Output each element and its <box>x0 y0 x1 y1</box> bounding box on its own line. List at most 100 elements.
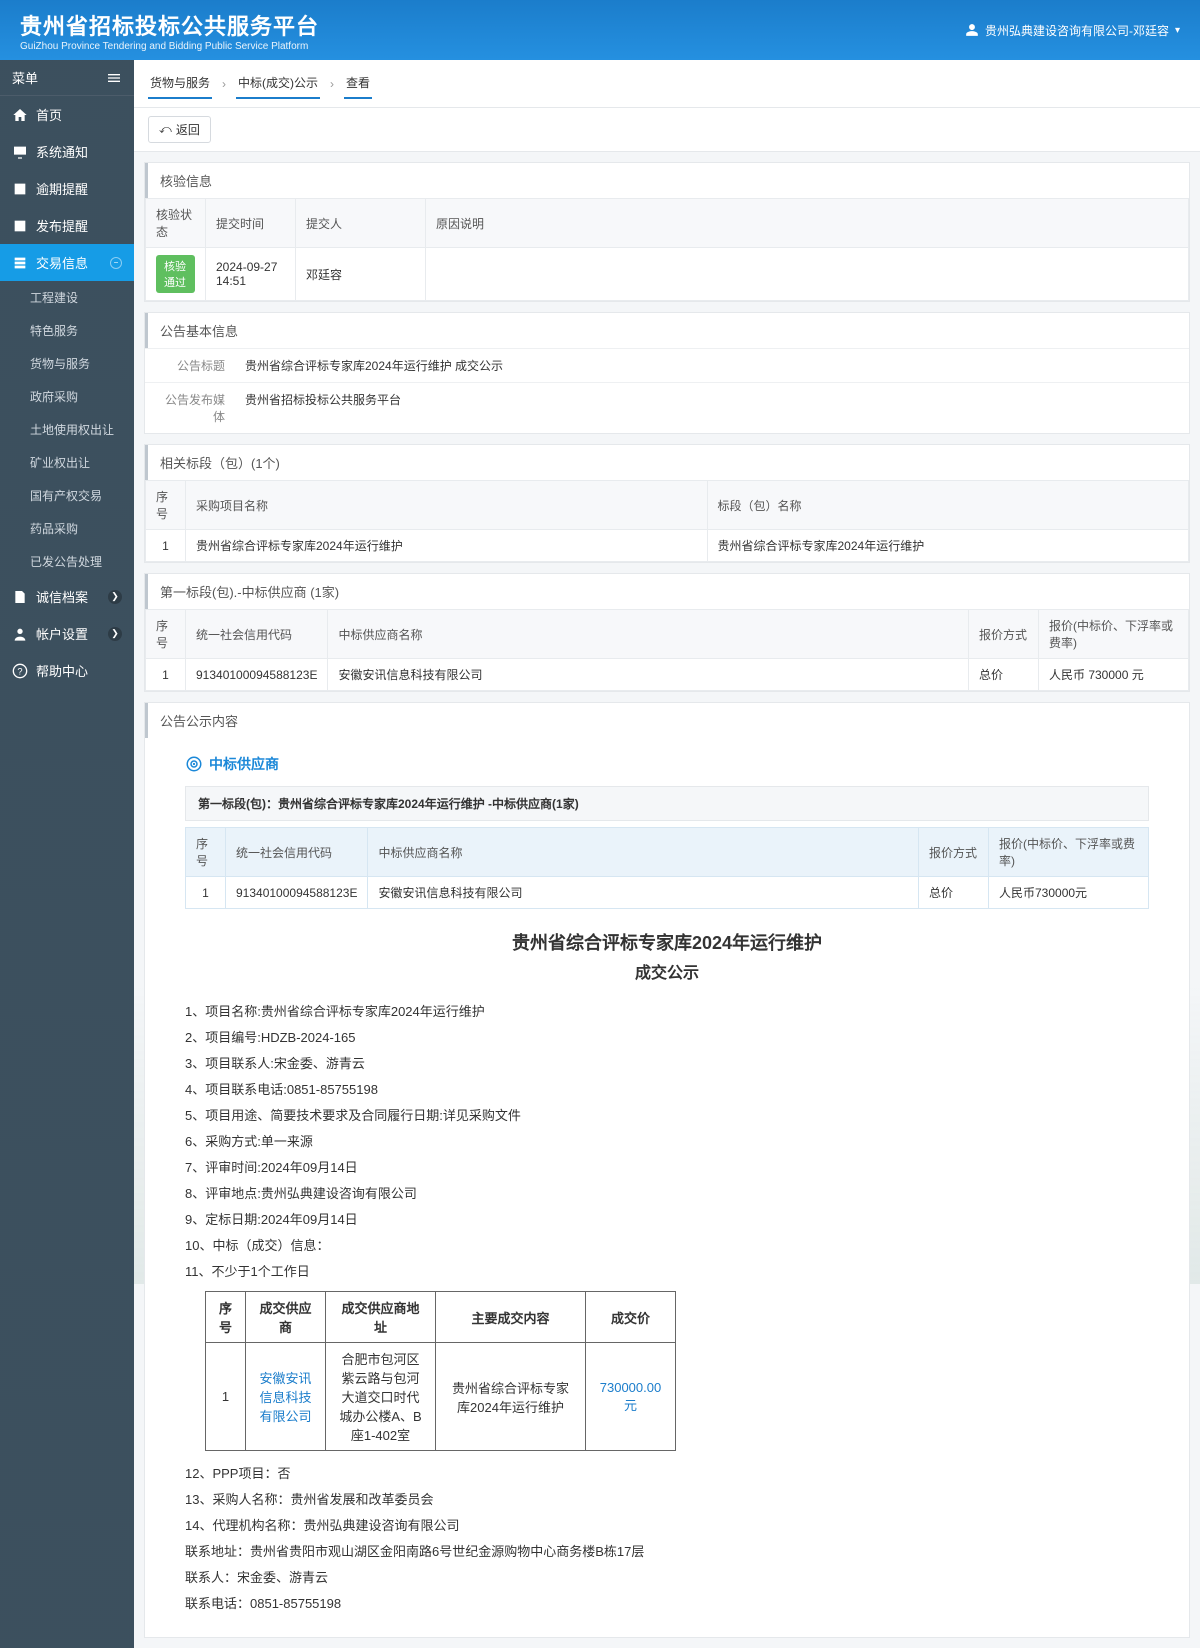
doc-subtitle: 成交公示 <box>185 959 1149 983</box>
td: 人民币 730000 元 <box>1039 659 1189 691</box>
sidebar-item-overdue[interactable]: 逾期提醒 <box>0 170 134 207</box>
basic-title: 公告基本信息 <box>145 313 1189 348</box>
doc-body: 贵州省综合评标专家库2024年运行维护 成交公示 1、项目名称:贵州省综合评标专… <box>145 929 1189 1617</box>
doc-line: 1、项目名称:贵州省综合评标专家库2024年运行维护 <box>185 999 1149 1025</box>
doc-line: 14、代理机构名称：贵州弘典建设咨询有限公司 <box>185 1513 1149 1539</box>
th: 提交人 <box>296 199 426 248</box>
back-label: 返回 <box>176 121 200 138</box>
th: 主要成交内容 <box>436 1292 586 1343</box>
breadcrumb-b[interactable]: 中标(成交)公示 <box>236 68 320 99</box>
user-name: 贵州弘典建设咨询有限公司-邓廷容 <box>985 22 1169 39</box>
basic-panel: 公告基本信息 公告标题 贵州省综合评标专家库2024年运行维护 成交公示 公告发… <box>144 312 1190 434</box>
th: 序号 <box>206 1292 246 1343</box>
back-icon: ⤺ <box>159 122 172 137</box>
td: 贵州省综合评标专家库2024年运行维护 <box>186 530 708 562</box>
sidebar-item-publish[interactable]: 发布提醒 <box>0 207 134 244</box>
sidebar-item-home[interactable]: 首页 <box>0 96 134 133</box>
sidebar-item-account[interactable]: 帐户设置 ❯ <box>0 615 134 652</box>
status-badge: 核验通过 <box>156 255 195 293</box>
home-icon <box>12 107 28 123</box>
th: 成交价 <box>586 1292 676 1343</box>
publish-icon <box>12 218 28 234</box>
sidebar-sub-6[interactable]: 国有产权交易 <box>0 479 134 512</box>
td: 总价 <box>919 877 989 909</box>
supplier-sub: 第一标段(包)：贵州省综合评标专家库2024年运行维护 -中标供应商(1家) <box>185 786 1149 821</box>
table-row: 1 91340100094588123E 安徽安讯信息科技有限公司 总价 人民币… <box>146 659 1189 691</box>
doc-line: 8、评审地点:贵州弘典建设咨询有限公司 <box>185 1181 1149 1207</box>
th: 统一社会信用代码 <box>186 610 328 659</box>
sidebar-item-trade[interactable]: 交易信息 − <box>0 244 134 281</box>
sidebar-item-notice[interactable]: 系统通知 <box>0 133 134 170</box>
sidebar-sub-0[interactable]: 工程建设 <box>0 281 134 314</box>
breadcrumb-a[interactable]: 货物与服务 <box>148 68 212 99</box>
th: 序号 <box>146 481 186 530</box>
th: 核验状态 <box>146 199 206 248</box>
th: 成交供应商 <box>246 1292 326 1343</box>
th: 序号 <box>186 828 226 877</box>
form-value: 贵州省综合评标专家库2024年运行维护 成交公示 <box>235 349 1189 382</box>
content-area: 货物与服务 › 中标(成交)公示 › 查看 ⤺ 返回 核验信息 核验状态 提交时… <box>134 60 1200 1648</box>
form-row: 公告标题 贵州省综合评标专家库2024年运行维护 成交公示 <box>145 348 1189 382</box>
sidebar-sub-4[interactable]: 土地使用权出让 <box>0 413 134 446</box>
user-icon <box>965 23 979 37</box>
breadcrumb: 货物与服务 › 中标(成交)公示 › 查看 <box>134 60 1200 108</box>
td: 1 <box>206 1343 246 1451</box>
th: 中标供应商名称 <box>328 610 969 659</box>
sidebar-item-help[interactable]: ? 帮助中心 <box>0 652 134 689</box>
trade-icon <box>12 255 28 271</box>
form-label: 公告发布媒体 <box>145 383 235 433</box>
sidebar-item-credit[interactable]: 诚信档案 ❯ <box>0 578 134 615</box>
menu-label: 菜单 <box>12 68 38 87</box>
th: 统一社会信用代码 <box>226 828 368 877</box>
table-row: 1 91340100094588123E 安徽安讯信息科技有限公司 总价 人民币… <box>186 877 1149 909</box>
first-pkg-panel: 第一标段(包).-中标供应商 (1家) 序号 统一社会信用代码 中标供应商名称 … <box>144 573 1190 692</box>
sidebar-sub-5[interactable]: 矿业权出让 <box>0 446 134 479</box>
doc-line: 2、项目编号:HDZB-2024-165 <box>185 1025 1149 1051</box>
sidebar-item-label: 交易信息 <box>36 253 88 272</box>
td: 安徽安讯信息科技有限公司 <box>368 877 919 909</box>
sections-title: 相关标段（包）(1个) <box>145 445 1189 480</box>
content-doc: 公告公示内容 中标供应商 第一标段(包)：贵州省综合评标专家库2024年运行维护… <box>144 702 1190 1638</box>
content-title: 公告公示内容 <box>145 703 1189 738</box>
breadcrumb-c[interactable]: 查看 <box>344 68 372 99</box>
app-title: 贵州省招标投标公共服务平台 <box>20 9 319 41</box>
form-value: 贵州省招标投标公共服务平台 <box>235 383 1189 433</box>
sidebar-sub-3[interactable]: 政府采购 <box>0 380 134 413</box>
table-row: 1 贵州省综合评标专家库2024年运行维护 贵州省综合评标专家库2024年运行维… <box>146 530 1189 562</box>
monitor-icon <box>12 144 28 160</box>
sidebar-item-label: 系统通知 <box>36 142 88 161</box>
verify-title: 核验信息 <box>145 163 1189 198</box>
caret-down-icon: ▾ <box>1175 25 1180 36</box>
th: 标段（包）名称 <box>707 481 1189 530</box>
td: 总价 <box>969 659 1039 691</box>
td-supplier[interactable]: 安徽安讯信息科技有限公司 <box>246 1343 326 1451</box>
sidebar-sub-1[interactable]: 特色服务 <box>0 314 134 347</box>
back-button[interactable]: ⤺ 返回 <box>148 116 211 143</box>
sidebar-item-label: 诚信档案 <box>36 587 88 606</box>
doc-line: 11、不少于1个工作日 <box>185 1259 1149 1285</box>
menu-toggle-icon[interactable] <box>106 70 122 86</box>
th: 报价方式 <box>919 828 989 877</box>
th: 提交时间 <box>206 199 296 248</box>
th: 序号 <box>146 610 186 659</box>
th: 报价方式 <box>969 610 1039 659</box>
back-bar: ⤺ 返回 <box>134 108 1200 152</box>
user-menu[interactable]: 贵州弘典建设咨询有限公司-邓廷容 ▾ <box>965 22 1180 39</box>
deal-table: 序号 成交供应商 成交供应商地址 主要成交内容 成交价 1 安徽安讯信息科技有限… <box>205 1291 676 1451</box>
chevron-right-icon: ❯ <box>108 590 122 604</box>
sidebar-sub-8[interactable]: 已发公告处理 <box>0 545 134 578</box>
doc-line: 4、项目联系电话:0851-85755198 <box>185 1077 1149 1103</box>
doc-line: 联系地址：贵州省贵阳市观山湖区金阳南路6号世纪金源购物中心商务楼B栋17层 <box>185 1539 1149 1565</box>
td: 邓廷容 <box>296 248 426 301</box>
th: 中标供应商名称 <box>368 828 919 877</box>
doc-line: 13、采购人名称：贵州省发展和改革委员会 <box>185 1487 1149 1513</box>
td: 2024-09-27 14:51 <box>206 248 296 301</box>
first-pkg-table: 序号 统一社会信用代码 中标供应商名称 报价方式 报价(中标价、下浮率或费率) … <box>145 609 1189 691</box>
verify-panel: 核验信息 核验状态 提交时间 提交人 原因说明 核验通过 2024-09-27 … <box>144 162 1190 302</box>
doc-line: 12、PPP项目：否 <box>185 1461 1149 1487</box>
sidebar-sub-7[interactable]: 药品采购 <box>0 512 134 545</box>
td: 贵州省综合评标专家库2024年运行维护 <box>436 1343 586 1451</box>
doc-line: 3、项目联系人:宋金委、游青云 <box>185 1051 1149 1077</box>
sidebar-sub-2[interactable]: 货物与服务 <box>0 347 134 380</box>
table-row: 1 安徽安讯信息科技有限公司 合肥市包河区紫云路与包河大道交口时代城办公楼A、B… <box>206 1343 676 1451</box>
